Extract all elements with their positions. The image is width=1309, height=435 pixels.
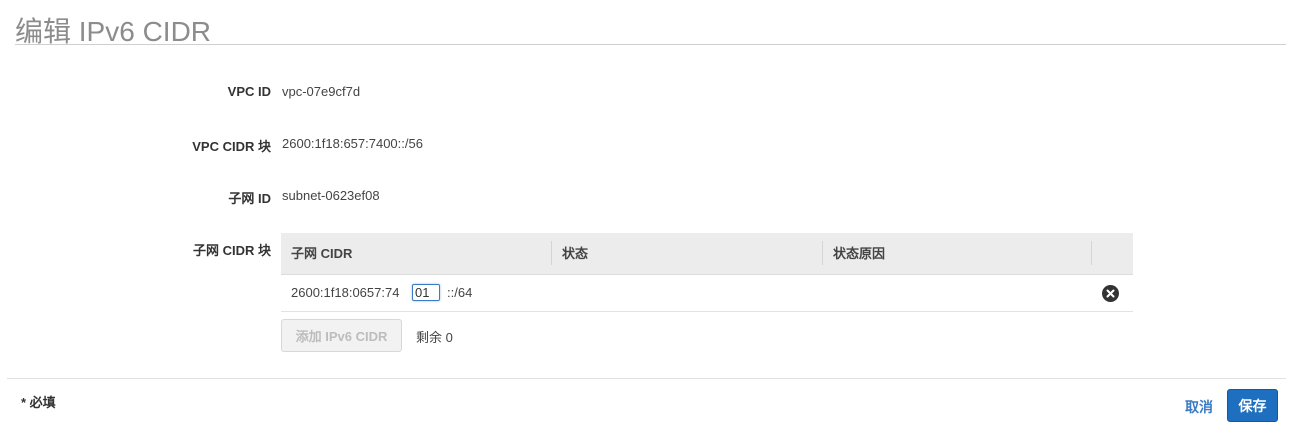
- vpc-cidr-label: VPC CIDR 块: [192, 139, 271, 154]
- vpc-cidr-value: 2600:1f18:657:7400::/56: [282, 136, 423, 151]
- subnet-cidr-table: 子网 CIDR 状态 状态原因 2600:1f18:0657:74 ::/64: [281, 233, 1133, 312]
- close-circle-icon[interactable]: [1102, 285, 1119, 302]
- column-header-status-reason: 状态原因: [833, 246, 886, 261]
- title-divider: [15, 44, 1286, 45]
- table-header: 子网 CIDR 状态 状态原因: [281, 233, 1133, 275]
- save-button[interactable]: 保存: [1227, 389, 1278, 422]
- remaining-count: 剩余 0: [416, 330, 453, 345]
- subnet-cidr-label: 子网 CIDR 块: [192, 243, 271, 258]
- add-ipv6-cidr-button[interactable]: 添加 IPv6 CIDR: [281, 319, 402, 352]
- cidr-suffix: ::/64: [447, 285, 473, 300]
- footer-divider: [7, 378, 1286, 379]
- subnet-id-value: subnet-0623ef08: [282, 188, 380, 203]
- table-row: 2600:1f18:0657:74 ::/64: [281, 275, 1133, 312]
- column-header-subnet-cidr: 子网 CIDR: [291, 246, 353, 261]
- subnet-id-label: 子网 ID: [228, 191, 271, 206]
- column-header-status: 状态: [562, 246, 589, 261]
- cancel-button[interactable]: 取消: [1185, 397, 1213, 417]
- column-divider: [1091, 241, 1092, 265]
- vpc-id-value: vpc-07e9cf7d: [282, 84, 361, 99]
- vpc-id-label: VPC ID: [227, 84, 271, 99]
- cidr-input[interactable]: [412, 284, 440, 301]
- required-note: * 必填: [21, 395, 56, 410]
- cidr-prefix: 2600:1f18:0657:74: [291, 285, 400, 300]
